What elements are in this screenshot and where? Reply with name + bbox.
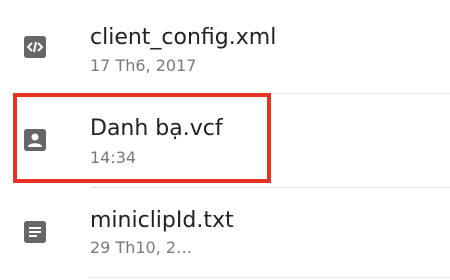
file-row-miniclipid[interactable]: miniclipId.txt 29 Th10, 2… — [0, 188, 450, 280]
text-file-icon — [24, 221, 46, 243]
file-date: 29 Th10, 2… — [90, 238, 193, 257]
file-name: client_config.xml — [90, 25, 277, 50]
file-date: 17 Th6, 2017 — [90, 56, 197, 75]
selection-highlight-box — [13, 93, 271, 183]
code-file-icon — [24, 36, 46, 58]
file-name: miniclipId.txt — [90, 208, 234, 233]
file-list: client_config.xml 17 Th6, 2017 Danh bạ.v… — [0, 0, 450, 280]
file-row-client-config[interactable]: client_config.xml 17 Th6, 2017 — [0, 0, 450, 94]
row-divider — [90, 277, 450, 278]
